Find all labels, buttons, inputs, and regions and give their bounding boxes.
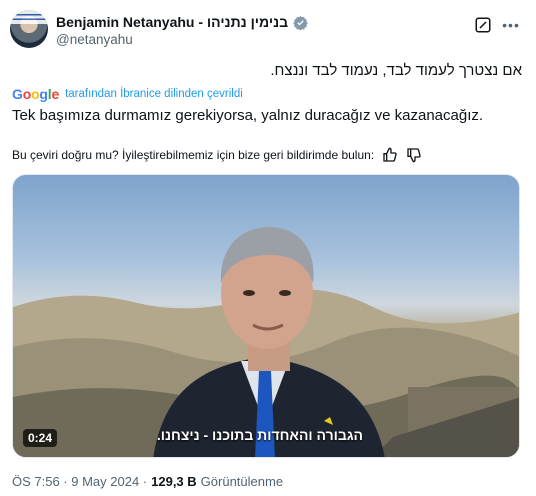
video-duration-badge: 0:24 xyxy=(23,429,58,447)
author-name-row: Benjamin Netanyahu - בנימין נתניהו xyxy=(56,13,308,31)
translated-by-label[interactable]: tarafından İbranice dilinden çevrildi xyxy=(65,88,243,100)
views-count: 129,3 B xyxy=(151,474,197,489)
tweet-translated-text: Tek başımıza durmamız gerekiyorsa, yalnı… xyxy=(12,107,484,124)
video-speaker-figure xyxy=(153,227,385,457)
avatar[interactable] xyxy=(10,10,48,48)
translation-attribution: Google tarafından İbranice dilinden çevr… xyxy=(12,86,243,102)
tweet-timestamp[interactable]: ÖS 7:56 · 9 May 2024 · xyxy=(12,474,147,489)
author-display-name[interactable]: Benjamin Netanyahu - בנימין נתניהו xyxy=(56,14,288,30)
tweet-header: Benjamin Netanyahu - בנימין נתניהו @neta… xyxy=(10,10,526,50)
grok-icon[interactable] xyxy=(474,16,492,34)
tweet-original-text: אם נצטרך לעמוד לבד, נעמוד לבד וננצח. xyxy=(270,62,522,79)
tweet-meta: ÖS 7:56 · 9 May 2024 · 129,3 B Görüntüle… xyxy=(12,474,283,489)
feedback-prompt: Bu çeviri doğru mu? İyileştirebilmemiz i… xyxy=(12,148,375,162)
video-subtitle: הגבורה והאחדות בתוכנו - ניצחנו. xyxy=(156,427,363,443)
translation-feedback: Bu çeviri doğru mu? İyileştirebilmemiz i… xyxy=(12,146,422,164)
avatar-flag xyxy=(10,10,48,24)
thumbs-up-icon[interactable] xyxy=(382,147,398,163)
more-options-icon[interactable]: ••• xyxy=(500,14,522,36)
video-player[interactable]: הגבורה והאחדות בתוכנו - ניצחנו. 0:24 xyxy=(12,174,520,458)
author-handle[interactable]: @netanyahu xyxy=(56,32,133,47)
thumbs-down-icon[interactable] xyxy=(406,147,422,163)
google-logo: Google xyxy=(12,86,60,102)
verified-badge-icon xyxy=(293,15,308,30)
views-label: Görüntülenme xyxy=(200,474,284,489)
